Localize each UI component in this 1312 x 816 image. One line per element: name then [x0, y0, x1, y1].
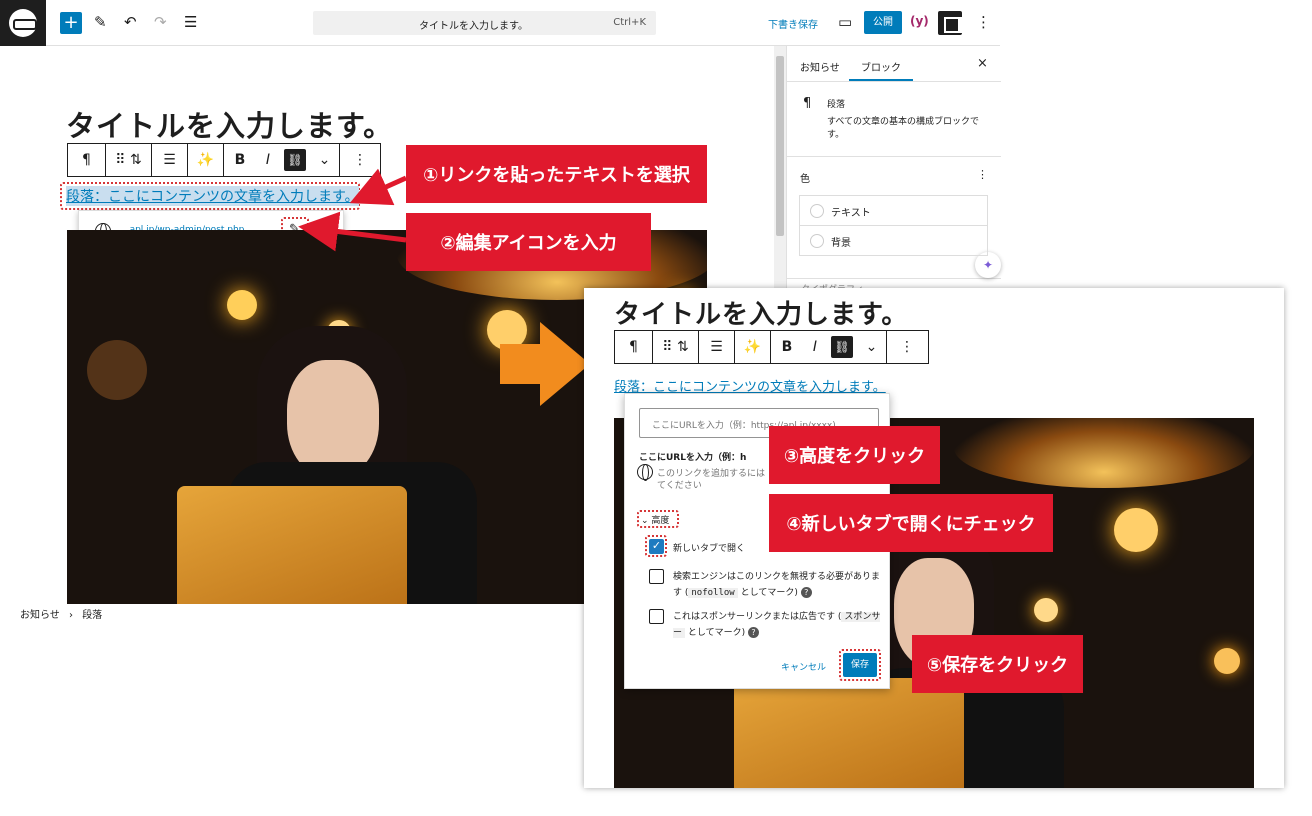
post-title[interactable]: タイトルを入力します。 [614, 294, 908, 331]
sponsored-label: これはスポンサーリンクまたは広告です (スポンサー としてマーク) ? [673, 609, 883, 641]
nofollow-text-post: としてマーク) [740, 588, 798, 598]
new-tab-label: 新しいタブで開く [673, 544, 746, 554]
globe-icon [637, 464, 653, 481]
unlink-button[interactable]: ⛓ [827, 331, 857, 363]
advanced-toggle[interactable]: ⌄ 高度 [641, 513, 669, 526]
align-icon[interactable]: ☰ [699, 331, 735, 363]
cancel-button[interactable]: キャンセル [781, 660, 826, 673]
italic-button[interactable]: I [803, 331, 827, 363]
callout-step2: ②編集アイコンを入力 [406, 213, 651, 271]
callout-step3: ③高度をクリック [769, 426, 940, 484]
chevron-down-icon: ⌄ [641, 516, 652, 526]
nofollow-label: 検索エンジンはこのリンクを無視する必要があります (nofollow としてマー… [673, 569, 883, 601]
more-rich-text-icon[interactable]: ⌄ [857, 331, 887, 363]
bold-button[interactable]: B [771, 331, 803, 363]
drag-move-icon[interactable]: ⠿ ⇅ [653, 331, 699, 363]
unlink-icon: ⛓ [831, 336, 853, 358]
big-arrow-icon [500, 322, 590, 406]
paragraph-icon[interactable]: ¶ [615, 331, 653, 363]
sponsored-checkbox[interactable] [649, 609, 664, 624]
nofollow-code: nofollow [688, 588, 738, 598]
sponsored-text-post: としてマーク) [687, 628, 746, 638]
ai-wand-icon[interactable]: ✨ [735, 331, 771, 363]
help-icon[interactable]: ? [748, 627, 760, 638]
nofollow-checkbox[interactable] [649, 569, 664, 584]
advanced-label: 高度 [651, 516, 670, 526]
suggestion-desc-2: てください [657, 481, 702, 491]
block-options-icon[interactable]: ⋮ [887, 331, 927, 363]
help-icon[interactable]: ? [800, 587, 812, 598]
block-toolbar: ¶ ⠿ ⇅ ☰ ✨ B I ⛓ ⌄ ⋮ [614, 330, 929, 364]
callout-step4: ④新しいタブで開くにチェック [769, 494, 1053, 552]
save-button[interactable]: 保存 [843, 653, 877, 677]
callout-step1: ①リンクを貼ったテキストを選択 [406, 145, 707, 203]
new-tab-checkbox[interactable]: ✓ [649, 539, 664, 554]
sponsored-text-pre: これはスポンサーリンクまたは広告です ( [673, 612, 842, 622]
callout-step5: ⑤保存をクリック [912, 635, 1083, 693]
suggestion-title[interactable]: ここにURLを入力（例：h [639, 450, 746, 463]
